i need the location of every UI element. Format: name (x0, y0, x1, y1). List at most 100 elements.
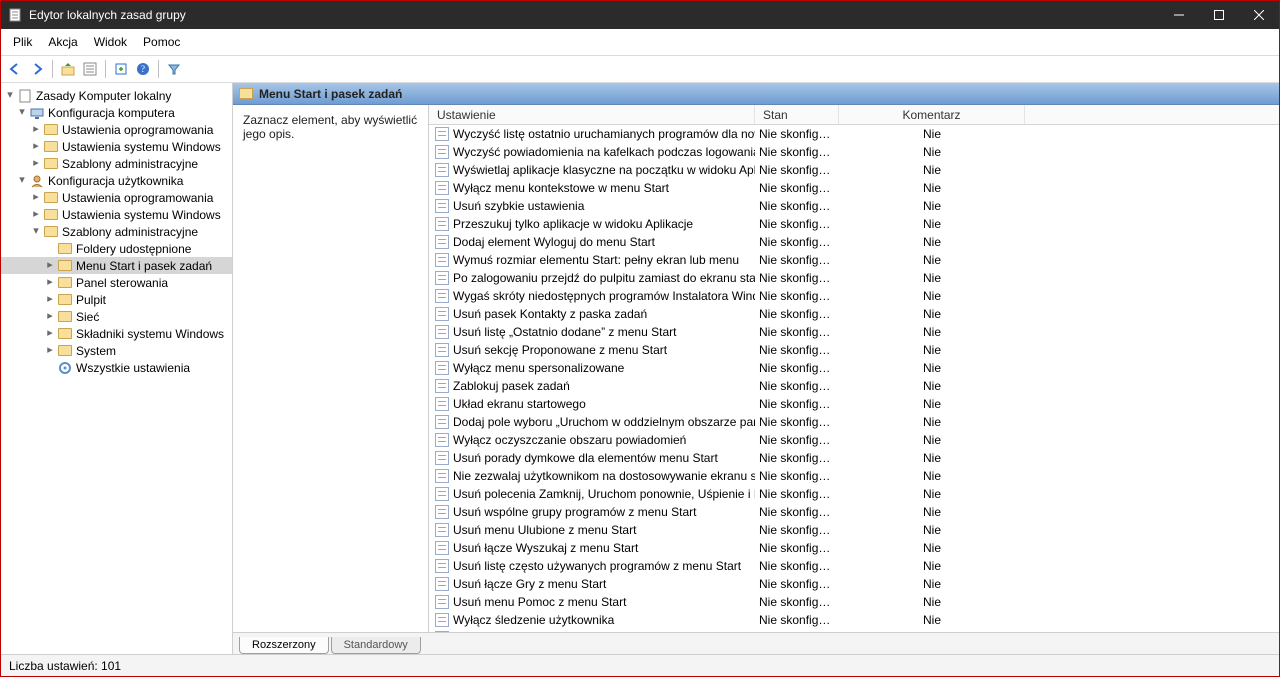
tree-computer-config[interactable]: ▾ Konfiguracja komputera (1, 104, 232, 121)
chevron-right-icon[interactable]: ▸ (43, 277, 57, 288)
setting-row[interactable]: Nie zezwalaj użytkownikom na dostosowywa… (429, 467, 1279, 485)
setting-row[interactable]: Wyłącz menu spersonalizowaneNie skonfigu… (429, 359, 1279, 377)
tree-label: Sieć (76, 310, 99, 324)
setting-row[interactable]: Wygaś skróty niedostępnych programów Ins… (429, 287, 1279, 305)
setting-row[interactable]: Usuń łącze Gry z menu StartNie skonfigur… (429, 575, 1279, 593)
up-button[interactable] (58, 59, 78, 79)
chevron-down-icon[interactable]: ▾ (15, 107, 29, 118)
setting-row[interactable]: Usuń pasek Kontakty z paska zadańNie sko… (429, 305, 1279, 323)
setting-comment: Nie (839, 145, 1025, 159)
export-button[interactable] (111, 59, 131, 79)
chevron-right-icon[interactable]: ▸ (29, 158, 43, 169)
tree-root[interactable]: ▾ Zasady Komputer lokalny (1, 87, 232, 104)
setting-status: Nie skonfiguro... (755, 343, 839, 357)
properties-button[interactable] (80, 59, 100, 79)
setting-row[interactable]: Zablokuj pasek zadańNie skonfiguro...Nie (429, 377, 1279, 395)
setting-row[interactable]: Po zalogowaniu przejdź do pulpitu zamias… (429, 269, 1279, 287)
tree-label: Szablony administracyjne (62, 225, 198, 239)
setting-comment: Nie (839, 577, 1025, 591)
tree-comp-software[interactable]: ▸ Ustawienia oprogramowania (1, 121, 232, 138)
setting-row[interactable]: Usuń menu Ulubione z menu StartNie skonf… (429, 521, 1279, 539)
column-comment[interactable]: Komentarz (839, 105, 1025, 124)
column-headers: Ustawienie Stan Komentarz (429, 105, 1279, 125)
tree-start-menu[interactable]: ▸Menu Start i pasek zadań (1, 257, 232, 274)
menu-view[interactable]: Widok (88, 33, 133, 51)
setting-comment: Nie (839, 487, 1025, 501)
tree-user-config[interactable]: ▾ Konfiguracja użytkownika (1, 172, 232, 189)
setting-icon (435, 451, 449, 465)
column-setting[interactable]: Ustawienie (429, 105, 755, 124)
column-status[interactable]: Stan (755, 105, 839, 124)
close-button[interactable] (1239, 1, 1279, 29)
setting-row[interactable]: Przeszukuj tylko aplikacje w widoku Apli… (429, 215, 1279, 233)
chevron-right-icon[interactable]: ▸ (43, 328, 57, 339)
tree-system[interactable]: ▸System (1, 342, 232, 359)
setting-row[interactable]: Usuń polecenia Zamknij, Uruchom ponownie… (429, 485, 1279, 503)
chevron-right-icon[interactable]: ▸ (43, 294, 57, 305)
chevron-right-icon[interactable]: ▸ (29, 141, 43, 152)
setting-row[interactable]: Dodaj pole wyboru „Uruchom w oddzielnym … (429, 413, 1279, 431)
setting-row[interactable]: Wyłącz oczyszczanie obszaru powiadomieńN… (429, 431, 1279, 449)
setting-row[interactable]: Usuń porady dymkowe dla elementów menu S… (429, 449, 1279, 467)
back-button[interactable] (5, 59, 25, 79)
tab-standard[interactable]: Standardowy (331, 637, 421, 654)
setting-comment: Nie (839, 235, 1025, 249)
tree-pane[interactable]: ▾ Zasady Komputer lokalny ▾ Konfiguracja… (1, 83, 233, 654)
setting-row[interactable]: Wymuś rozmiar elementu Start: pełny ekra… (429, 251, 1279, 269)
settings-list[interactable]: Wyczyść listę ostatnio uruchamianych pro… (429, 125, 1279, 632)
tree-comp-templates[interactable]: ▸Szablony administracyjne (1, 155, 232, 172)
tree-comp-windows[interactable]: ▸ Ustawienia systemu Windows (1, 138, 232, 155)
folder-icon (57, 343, 73, 359)
maximize-button[interactable] (1199, 1, 1239, 29)
tree-label: Ustawienia oprogramowania (62, 123, 213, 137)
chevron-down-icon[interactable]: ▾ (15, 175, 29, 186)
tab-extended[interactable]: Rozszerzony (239, 637, 329, 654)
tree-windows-components[interactable]: ▸Składniki systemu Windows (1, 325, 232, 342)
setting-row[interactable]: Usuń listę często używanych programów z … (429, 557, 1279, 575)
setting-row[interactable]: Usuń szybkie ustawieniaNie skonfiguro...… (429, 197, 1279, 215)
tree-label: Ustawienia systemu Windows (62, 140, 221, 154)
chevron-right-icon[interactable]: ▸ (29, 209, 43, 220)
setting-row[interactable]: Wyłącz śledzenie użytkownikaNie skonfigu… (429, 611, 1279, 629)
setting-row[interactable]: Wyczyść listę ostatnio uruchamianych pro… (429, 125, 1279, 143)
setting-row[interactable]: Wyczyść powiadomienia na kafelkach podcz… (429, 143, 1279, 161)
setting-row[interactable]: Usuń sekcję Proponowane z menu StartNie … (429, 341, 1279, 359)
menu-help[interactable]: Pomoc (137, 33, 186, 51)
tree-desktop[interactable]: ▸Pulpit (1, 291, 232, 308)
chevron-down-icon[interactable]: ▾ (29, 226, 43, 237)
setting-comment: Nie (839, 181, 1025, 195)
tree-shared-folders[interactable]: Foldery udostępnione (1, 240, 232, 257)
setting-row[interactable]: Usuń wspólne grupy programów z menu Star… (429, 503, 1279, 521)
tree-control-panel[interactable]: ▸Panel sterowania (1, 274, 232, 291)
chevron-right-icon[interactable]: ▸ (43, 311, 57, 322)
tree-all-settings[interactable]: Wszystkie ustawienia (1, 359, 232, 376)
setting-name: Usuń porady dymkowe dla elementów menu S… (453, 451, 718, 465)
chevron-right-icon[interactable]: ▸ (29, 124, 43, 135)
tree-user-software[interactable]: ▸Ustawienia oprogramowania (1, 189, 232, 206)
forward-button[interactable] (27, 59, 47, 79)
setting-row[interactable]: Wyłącz menu kontekstowe w menu StartNie … (429, 179, 1279, 197)
tree-user-windows[interactable]: ▸Ustawienia systemu Windows (1, 206, 232, 223)
setting-status: Nie skonfiguro... (755, 199, 839, 213)
chevron-right-icon[interactable]: ▸ (29, 192, 43, 203)
setting-row[interactable]: Układ ekranu startowegoNie skonfiguro...… (429, 395, 1279, 413)
menu-action[interactable]: Akcja (42, 33, 83, 51)
minimize-button[interactable] (1159, 1, 1199, 29)
help-button[interactable]: ? (133, 59, 153, 79)
setting-row[interactable]: Wyświetlaj aplikacje klasyczne na począt… (429, 161, 1279, 179)
filter-button[interactable] (164, 59, 184, 79)
setting-icon (435, 217, 449, 231)
setting-icon (435, 307, 449, 321)
chevron-right-icon[interactable]: ▸ (43, 345, 57, 356)
setting-row[interactable]: Usuń listę „Ostatnio dodane” z menu Star… (429, 323, 1279, 341)
setting-row[interactable]: Usuń menu Pomoc z menu StartNie skonfigu… (429, 593, 1279, 611)
policy-icon (17, 88, 33, 104)
setting-row[interactable]: Usuń łącze Wyszukaj z menu StartNie skon… (429, 539, 1279, 557)
description-pane: Zaznacz element, aby wyświetlić jego opi… (233, 105, 429, 632)
chevron-down-icon[interactable]: ▾ (3, 90, 17, 101)
tree-network[interactable]: ▸ Sieć (1, 308, 232, 325)
chevron-right-icon[interactable]: ▸ (43, 260, 57, 271)
menu-file[interactable]: Plik (7, 33, 38, 51)
setting-row[interactable]: Dodaj element Wyloguj do menu StartNie s… (429, 233, 1279, 251)
tree-user-templates[interactable]: ▾ Szablony administracyjne (1, 223, 232, 240)
